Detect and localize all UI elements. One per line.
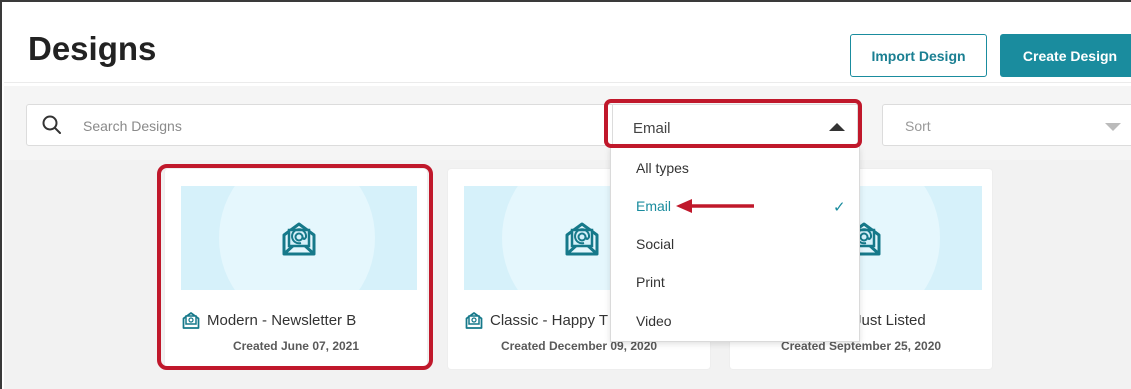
card-name: Classic - Happy T [490, 311, 609, 329]
search-icon [42, 115, 61, 134]
card-title: Classic - Happy T [464, 310, 608, 330]
search-input[interactable] [83, 115, 583, 137]
dropdown-option-social[interactable]: Social [611, 225, 859, 263]
search-box[interactable] [26, 104, 616, 146]
select-highlight-annotation [604, 99, 862, 148]
email-icon [565, 222, 599, 256]
type-dropdown-menu: All types Email ✓ Social Print Video [610, 146, 860, 342]
checkmark-icon: ✓ [833, 199, 846, 216]
card-highlight-annotation [157, 164, 433, 370]
app-window: Designs Import Design Create Design Emai… [0, 0, 1131, 389]
filter-bar: Email Sort [4, 86, 1131, 160]
import-design-button[interactable]: Import Design [850, 34, 987, 77]
dropdown-option-video[interactable]: Video [611, 302, 859, 340]
dropdown-option-print[interactable]: Print [611, 263, 859, 301]
header-divider [4, 82, 1131, 83]
sort-select[interactable]: Sort [882, 104, 1131, 146]
dropdown-option-all-types[interactable]: All types [611, 149, 859, 187]
caret-down-icon [1105, 123, 1121, 131]
create-design-button[interactable]: Create Design [1000, 34, 1131, 77]
annotation-arrow-icon [676, 199, 754, 213]
email-icon [465, 312, 483, 329]
sort-placeholder: Sort [905, 118, 931, 134]
page-title: Designs [28, 30, 157, 67]
page-header: Designs Import Design Create Design [4, 4, 1131, 86]
